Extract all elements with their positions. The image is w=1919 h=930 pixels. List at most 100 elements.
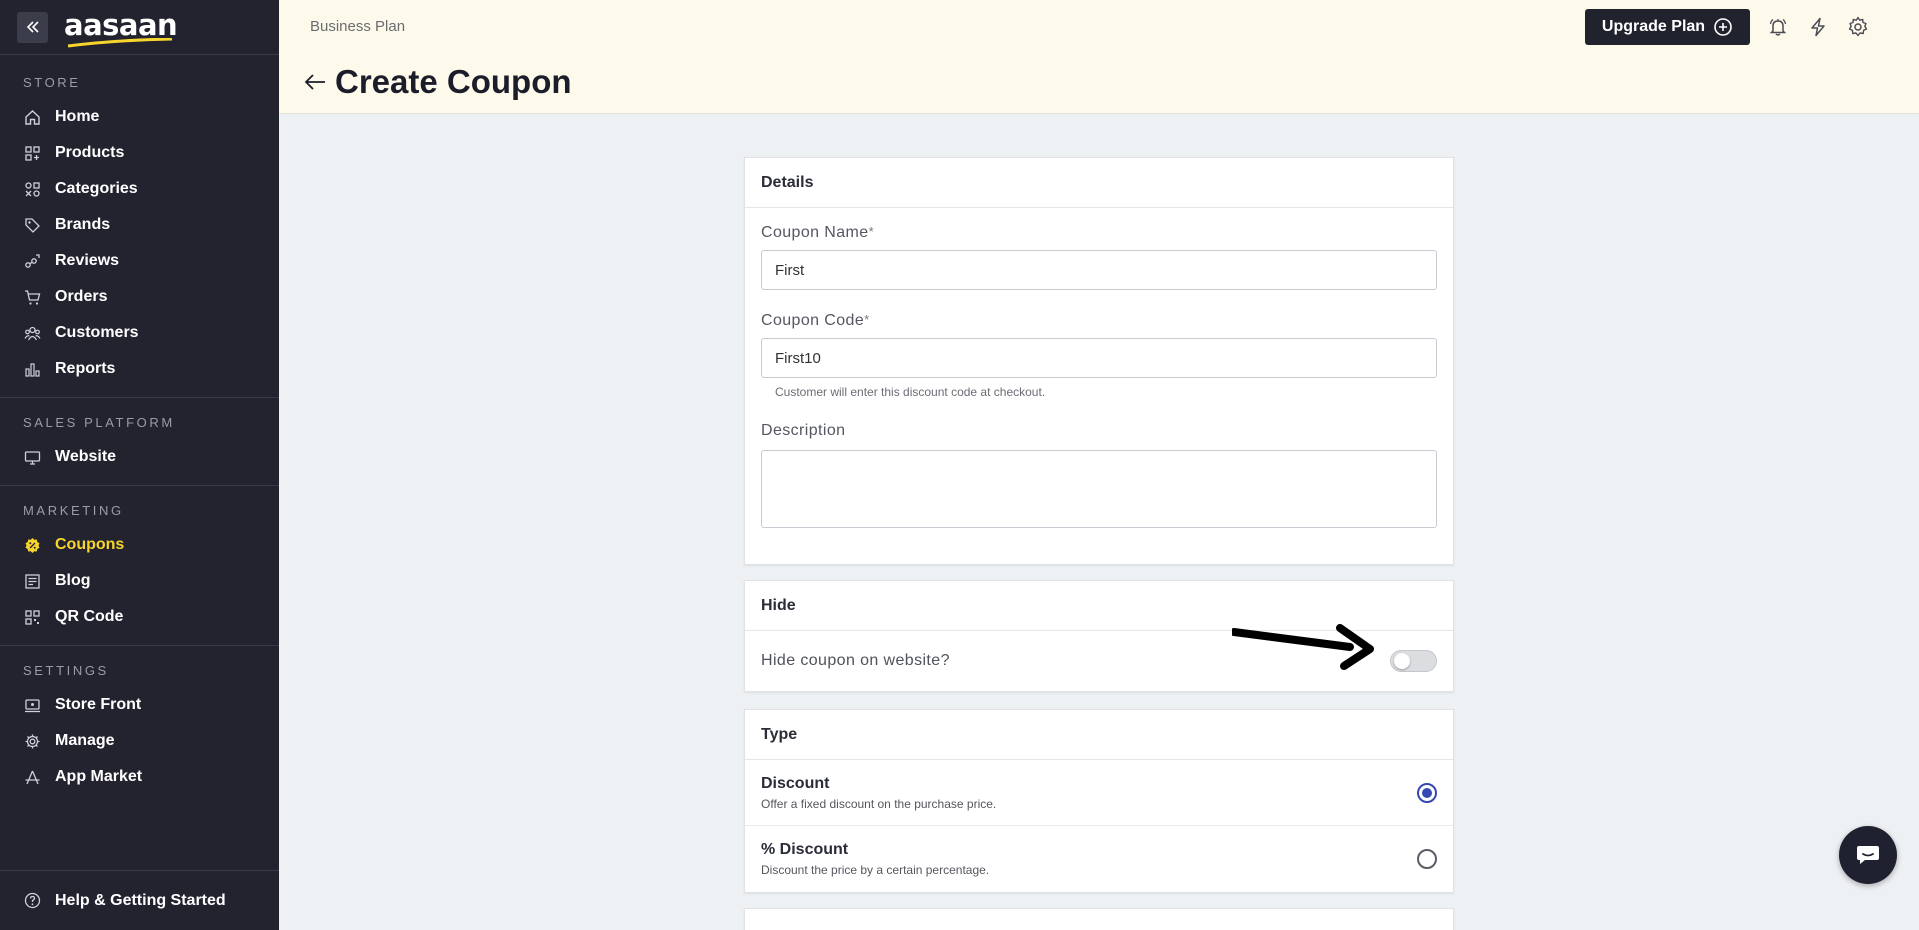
double-chevron-left-icon [26, 21, 39, 33]
arrow-left-icon [304, 74, 325, 90]
type-option-discount[interactable]: Discount Offer a fixed discount on the p… [745, 760, 1453, 826]
notifications-button[interactable] [1766, 15, 1790, 39]
reviews-icon [23, 252, 41, 270]
required-mark: * [864, 312, 870, 327]
sidebar-top: aasaan [0, 0, 279, 55]
section-heading: SETTINGS [23, 663, 109, 678]
coupon-code-label: Coupon Code* [761, 312, 870, 329]
option-description: Discount the price by a certain percenta… [761, 863, 990, 877]
coupon-code-input[interactable]: First10 [761, 338, 1437, 378]
option-text: % Discount Discount the price by a certa… [761, 841, 989, 877]
sidebar-item-reviews[interactable]: Reviews [0, 243, 279, 279]
sidebar-item-blog[interactable]: Blog [0, 563, 279, 599]
sidebar-item-label: Reports [55, 360, 116, 377]
chat-bubble-icon [1857, 846, 1879, 864]
sidebar-item-label: Brands [55, 216, 111, 233]
home-icon [23, 108, 41, 126]
back-button[interactable] [303, 70, 327, 94]
brand-logo[interactable]: aasaan [64, 10, 178, 47]
help-circle-icon [23, 892, 41, 910]
page-header: Business Plan Create Coupon Upgrade Plan [279, 0, 1919, 114]
blog-icon [23, 572, 41, 590]
sidebar-item-label: Blog [55, 572, 91, 589]
sidebar-item-label: Website [55, 448, 117, 465]
type-heading: Type [745, 710, 1453, 760]
next-card-partial [744, 908, 1454, 930]
quick-actions-button[interactable] [1806, 15, 1830, 39]
customers-icon [23, 324, 41, 342]
description-label: Description [761, 422, 846, 439]
radio-dot [1422, 787, 1432, 798]
sidebar-item-label: Home [55, 108, 100, 125]
categories-icon [23, 180, 41, 198]
app-market-icon [23, 768, 41, 786]
sidebar-item-coupons[interactable]: Coupons [0, 527, 279, 563]
sidebar-item-reports[interactable]: Reports [0, 351, 279, 387]
plan-name: Business Plan [310, 18, 406, 35]
sidebar: aasaan STORE Home Products Categories Br… [0, 0, 279, 930]
qr-code-icon [23, 608, 41, 626]
lightning-icon [1811, 17, 1825, 37]
sidebar-item-website[interactable]: Website [0, 439, 279, 475]
gear-icon [23, 732, 41, 750]
sidebar-item-qr-code[interactable]: QR Code [0, 599, 279, 635]
sidebar-item-brands[interactable]: Brands [0, 207, 279, 243]
section-heading: SALES PLATFORM [23, 415, 175, 430]
upgrade-plan-button[interactable]: Upgrade Plan [1585, 9, 1750, 45]
coupon-badge-icon [23, 536, 41, 554]
sidebar-item-label: Products [55, 144, 125, 161]
settings-button[interactable] [1846, 15, 1870, 39]
help-label: Help & Getting Started [55, 891, 226, 909]
page-title: Create Coupon [335, 63, 572, 100]
section-heading: STORE [23, 75, 81, 90]
sidebar-item-label: QR Code [55, 608, 124, 625]
cart-icon [23, 288, 41, 306]
sidebar-item-label: Coupons [55, 536, 125, 553]
type-option-percent-discount[interactable]: % Discount Discount the price by a certa… [745, 826, 1453, 892]
plus-circle-icon [1714, 18, 1732, 36]
sidebar-section-sales-platform: SALES PLATFORM Website [0, 398, 279, 486]
tag-icon [23, 216, 41, 234]
store-front-icon [23, 696, 41, 714]
sidebar-item-categories[interactable]: Categories [0, 171, 279, 207]
coupon-name-input[interactable]: First [761, 250, 1437, 290]
chat-support-button[interactable] [1839, 826, 1897, 884]
option-text: Discount Offer a fixed discount on the p… [761, 775, 996, 811]
toggle-knob [1394, 653, 1410, 669]
annotation-arrow-icon [1232, 624, 1374, 670]
upgrade-plan-label: Upgrade Plan [1601, 18, 1706, 35]
sidebar-item-app-market[interactable]: App Market [0, 759, 279, 795]
details-card: Details Coupon Name* First Coupon Code* … [744, 157, 1454, 565]
sidebar-item-orders[interactable]: Orders [0, 279, 279, 315]
sidebar-item-customers[interactable]: Customers [0, 315, 279, 351]
percent-discount-radio[interactable] [1417, 849, 1437, 869]
sidebar-section-store: STORE Home Products Categories Brands Re… [0, 55, 279, 398]
hide-coupon-label: Hide coupon on website? [761, 652, 950, 669]
sidebar-item-label: Manage [55, 732, 115, 749]
description-textarea[interactable] [761, 450, 1437, 528]
sidebar-item-label: Customers [55, 324, 139, 341]
sidebar-section-marketing: MARKETING Coupons Blog QR Code [0, 486, 279, 646]
option-description: Offer a fixed discount on the purchase p… [761, 796, 997, 811]
sidebar-item-store-front[interactable]: Store Front [0, 687, 279, 723]
hide-coupon-toggle[interactable] [1390, 650, 1437, 672]
sidebar-item-label: Orders [55, 288, 108, 305]
details-heading: Details [745, 158, 1453, 208]
sidebar-item-home[interactable]: Home [0, 99, 279, 135]
type-card: Type Discount Offer a fixed discount on … [744, 709, 1454, 893]
option-title: Discount [761, 774, 830, 792]
coupon-name-label: Coupon Name* [761, 224, 875, 241]
products-grid-icon [23, 144, 41, 162]
discount-radio[interactable] [1417, 782, 1437, 803]
bell-icon [1769, 18, 1787, 36]
sidebar-item-manage[interactable]: Manage [0, 723, 279, 759]
bar-chart-icon [23, 360, 41, 378]
help-getting-started-link[interactable]: Help & Getting Started [0, 870, 279, 930]
sidebar-item-label: Store Front [55, 696, 142, 713]
sidebar-item-label: Reviews [55, 252, 120, 269]
required-mark: * [868, 224, 875, 239]
sidebar-item-label: App Market [55, 768, 143, 785]
collapse-sidebar-button[interactable] [17, 11, 48, 43]
sidebar-item-products[interactable]: Products [0, 135, 279, 171]
sidebar-item-label: Categories [55, 180, 138, 197]
